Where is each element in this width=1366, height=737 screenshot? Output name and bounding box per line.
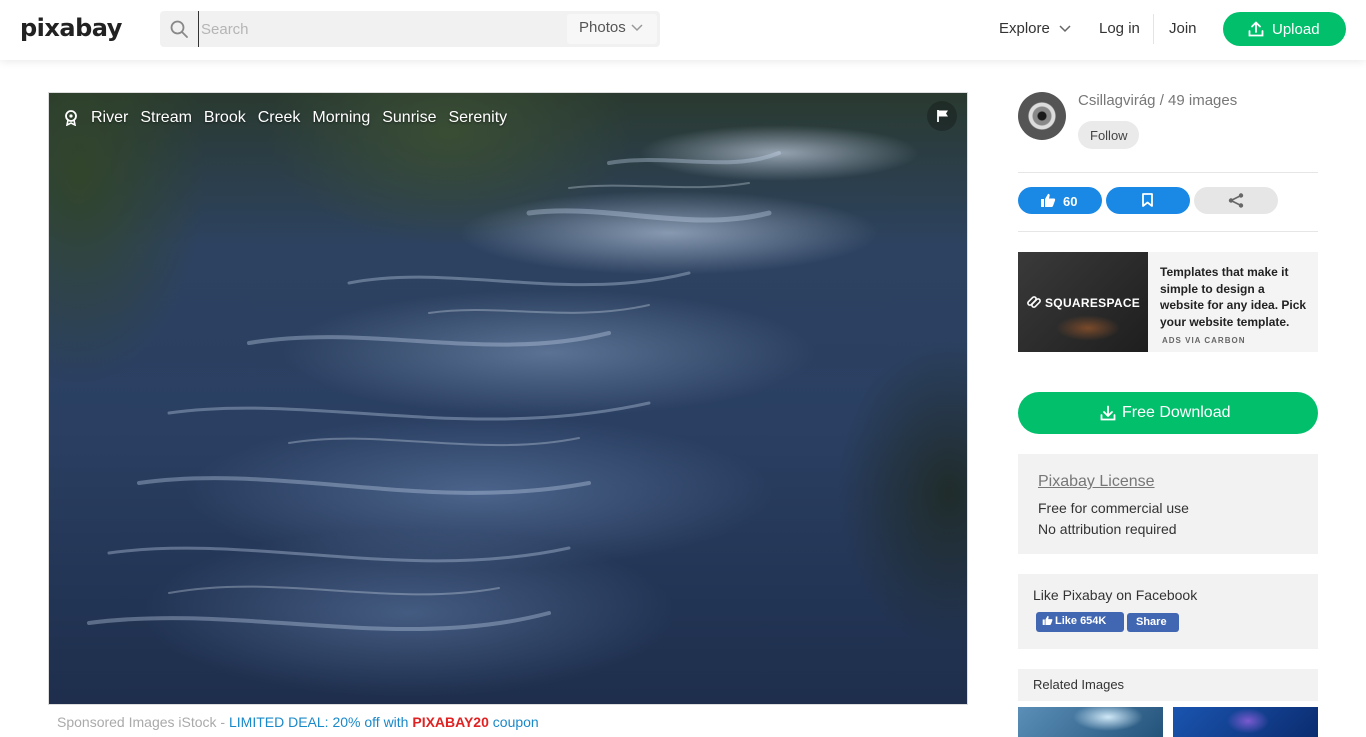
- search-bar: Photos: [160, 11, 660, 47]
- tag-sunrise[interactable]: Sunrise: [382, 109, 436, 127]
- search-icon[interactable]: [170, 20, 188, 38]
- main-photo[interactable]: River Stream Brook Creek Morning Sunrise…: [48, 92, 968, 705]
- ads-via-carbon[interactable]: ADS VIA CARBON: [1162, 336, 1245, 345]
- bookmark-button[interactable]: [1106, 187, 1190, 214]
- login-link[interactable]: Log in: [1099, 20, 1140, 37]
- like-button[interactable]: 60: [1018, 187, 1102, 214]
- facebook-share-button[interactable]: Share: [1127, 613, 1179, 632]
- ad-brand: SQUARESPACE: [1045, 296, 1141, 310]
- report-button[interactable]: [927, 101, 957, 131]
- ad-text[interactable]: Templates that make it simple to design …: [1160, 264, 1310, 330]
- related-image-thumb[interactable]: [1173, 707, 1318, 737]
- tag-river[interactable]: River: [91, 109, 128, 127]
- nav-divider: [1153, 14, 1154, 44]
- license-box: Pixabay License Free for commercial use …: [1018, 454, 1318, 554]
- license-link[interactable]: Pixabay License: [1038, 473, 1155, 491]
- author-name[interactable]: Csillagvirág / 49 images: [1078, 92, 1237, 109]
- media-type-select[interactable]: Photos: [567, 14, 657, 44]
- related-image-thumb[interactable]: [1018, 707, 1163, 737]
- search-input[interactable]: [198, 11, 568, 47]
- tag-morning[interactable]: Morning: [312, 109, 370, 127]
- share-icon: [1228, 193, 1244, 208]
- free-download-button[interactable]: Free Download: [1018, 392, 1318, 434]
- map-pin-icon: [65, 110, 77, 126]
- tag-serenity[interactable]: Serenity: [448, 109, 507, 127]
- chevron-down-icon: [631, 24, 643, 32]
- facebook-title: Like Pixabay on Facebook: [1033, 587, 1198, 603]
- thumbs-up-icon: [1042, 615, 1053, 625]
- water-texture: [87, 151, 781, 632]
- chevron-down-icon: [1059, 25, 1071, 33]
- ad-image[interactable]: SQUARESPACE: [1018, 252, 1148, 352]
- media-type-label: Photos: [579, 19, 626, 36]
- download-icon: [1100, 405, 1116, 421]
- license-line-attribution: No attribution required: [1038, 521, 1177, 537]
- join-link[interactable]: Join: [1169, 20, 1197, 37]
- facebook-box: Like Pixabay on Facebook Like 654K Share: [1018, 574, 1318, 649]
- upload-button[interactable]: Upload: [1223, 12, 1346, 46]
- follow-button[interactable]: Follow: [1078, 121, 1139, 149]
- author-avatar[interactable]: [1018, 92, 1066, 140]
- upload-label: Upload: [1272, 21, 1320, 38]
- upload-icon: [1248, 21, 1264, 37]
- squarespace-logo: SQUARESPACE: [1026, 294, 1140, 310]
- share-button[interactable]: [1194, 187, 1278, 214]
- explore-label: Explore: [999, 20, 1050, 37]
- divider: [1018, 231, 1318, 232]
- tag-stream[interactable]: Stream: [140, 109, 192, 127]
- related-images-header: Related Images: [1018, 669, 1318, 701]
- explore-menu[interactable]: Explore: [999, 20, 1071, 37]
- pixabay-logo[interactable]: pixabay: [20, 14, 122, 42]
- like-count: 60: [1063, 194, 1078, 209]
- tag-creek[interactable]: Creek: [258, 109, 301, 127]
- facebook-like-button[interactable]: Like 654K: [1036, 612, 1124, 632]
- divider: [1018, 172, 1318, 173]
- license-line-commercial: Free for commercial use: [1038, 500, 1189, 516]
- thumbs-up-icon: [1041, 193, 1056, 207]
- flag-icon: [937, 110, 948, 122]
- photo-tags: River Stream Brook Creek Morning Sunrise…: [63, 107, 519, 129]
- download-label: Free Download: [1122, 404, 1231, 421]
- tag-brook[interactable]: Brook: [204, 109, 246, 127]
- related-title: Related Images: [1033, 677, 1125, 692]
- bookmark-icon: [1142, 193, 1153, 207]
- carbon-ad[interactable]: SQUARESPACE Templates that make it simpl…: [1018, 252, 1318, 352]
- top-header: pixabay Photos Explore Log in Join Uploa…: [0, 0, 1366, 60]
- facebook-like-label: Like 654K: [1055, 615, 1107, 627]
- squarespace-icon: [1027, 296, 1041, 308]
